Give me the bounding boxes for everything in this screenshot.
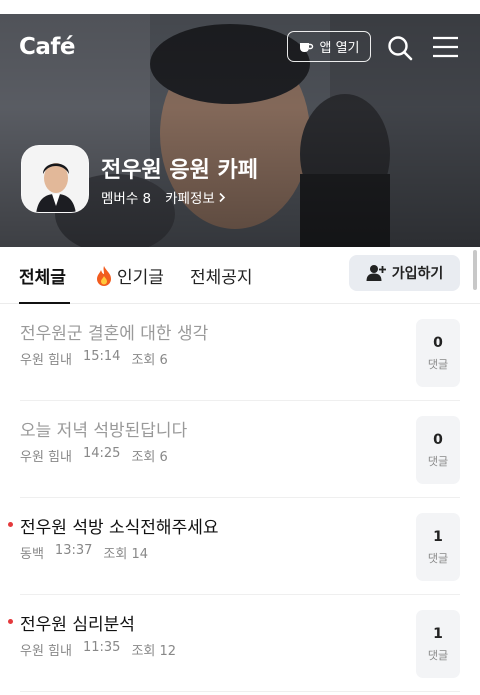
chevron-right-icon	[219, 192, 225, 202]
tab-popular-label: 인기글	[117, 268, 164, 288]
tab-notices[interactable]: 전체공지	[190, 263, 253, 288]
post-time: 11:35	[82, 640, 121, 655]
post-time: 13:37	[54, 543, 93, 558]
post-title[interactable]: 전우원 석방 소식전해주세요	[20, 513, 219, 538]
comment-count-button[interactable]: 0 댓글	[416, 319, 460, 387]
post-views: 조회 12	[131, 644, 177, 659]
list-item[interactable]: 전우원 심리분석 우원 힘내 11:35 조회 12 1 댓글	[8, 595, 460, 692]
cafe-name: 전우원 응원 카페	[101, 158, 258, 183]
join-button-label: 가입하기	[391, 266, 444, 282]
list-item[interactable]: 전우원군 결혼에 대한 생각 우원 힘내 15:14 조회 6 0 댓글	[20, 304, 460, 401]
cafe-avatar[interactable]	[21, 145, 89, 213]
list-item[interactable]: 오늘 저녁 석방된답니다 우원 힘내 14:25 조회 6 0 댓글	[20, 401, 460, 498]
cafe-meta: 멤버수 8 카페정보	[101, 187, 226, 207]
new-post-dot	[8, 522, 13, 527]
comment-count: 1	[433, 528, 443, 545]
post-title[interactable]: 전우원군 결혼에 대한 생각	[20, 319, 208, 344]
cafe-logo[interactable]: Café	[19, 34, 76, 60]
tab-all-posts[interactable]: 전체글	[19, 263, 66, 288]
post-meta: 동백 13:37 조회 14	[20, 543, 148, 562]
fire-icon	[97, 265, 111, 286]
post-title[interactable]: 전우원 심리분석	[20, 610, 135, 635]
open-app-label: 앱 열기	[319, 41, 360, 56]
new-post-dot	[8, 619, 13, 624]
post-list: 전우원군 결혼에 대한 생각 우원 힘내 15:14 조회 6 0 댓글 오늘 …	[0, 304, 480, 692]
cafe-info-label: 카페정보	[165, 191, 215, 207]
post-title[interactable]: 오늘 저녁 석방된답니다	[20, 416, 187, 441]
post-meta: 우원 힘내 14:25 조회 6	[20, 446, 168, 465]
comment-count: 0	[433, 431, 443, 448]
post-author: 동백	[20, 547, 44, 562]
comment-count-button[interactable]: 0 댓글	[416, 416, 460, 484]
add-user-icon	[366, 265, 386, 281]
post-views: 조회 6	[131, 353, 168, 368]
menu-icon[interactable]	[432, 36, 459, 58]
post-time: 14:25	[82, 446, 121, 461]
comment-count-button[interactable]: 1 댓글	[416, 513, 460, 581]
profile-photo	[22, 146, 88, 212]
post-views: 조회 14	[103, 547, 148, 562]
coffee-cup-icon	[300, 42, 314, 52]
list-item[interactable]: 전우원 석방 소식전해주세요 동백 13:37 조회 14 1 댓글	[8, 498, 460, 595]
join-button[interactable]: 가입하기	[349, 255, 460, 291]
post-author: 우원 힘내	[20, 644, 72, 659]
comment-label: 댓글	[427, 454, 449, 468]
comment-count: 1	[433, 625, 443, 642]
status-bar	[0, 0, 480, 14]
post-meta: 우원 힘내 11:35 조회 12	[20, 640, 176, 659]
open-app-button[interactable]: 앱 열기	[287, 31, 371, 62]
comment-count-button[interactable]: 1 댓글	[416, 610, 460, 678]
search-icon[interactable]	[387, 35, 413, 61]
post-author: 우원 힘내	[20, 450, 72, 465]
comment-label: 댓글	[427, 357, 449, 371]
post-views: 조회 6	[131, 450, 168, 465]
cafe-info-link[interactable]: 카페정보	[165, 187, 226, 207]
post-meta: 우원 힘내 15:14 조회 6	[20, 349, 168, 368]
post-author: 우원 힘내	[20, 353, 72, 368]
comment-count: 0	[433, 334, 443, 351]
comment-label: 댓글	[427, 648, 449, 662]
comment-label: 댓글	[427, 551, 449, 565]
tab-popular[interactable]: 인기글	[93, 263, 164, 288]
scrollbar[interactable]	[473, 250, 477, 290]
post-time: 15:14	[82, 349, 121, 364]
member-count: 멤버수 8	[101, 191, 152, 207]
